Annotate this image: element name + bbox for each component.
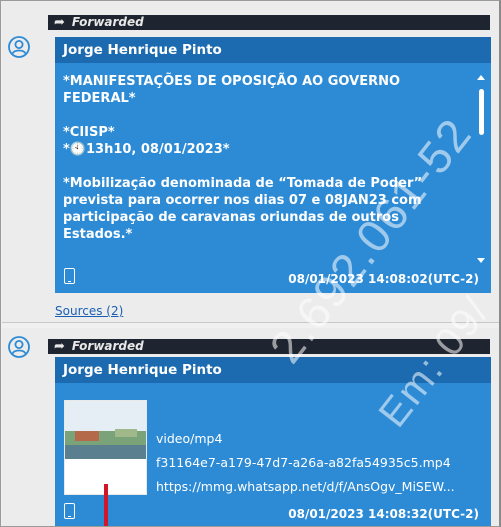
- video-preview-image: [65, 401, 146, 494]
- video-thumbnail[interactable]: [64, 400, 147, 495]
- forward-arrow-icon: ➦: [54, 339, 65, 354]
- phone-icon: [64, 503, 75, 519]
- attachment-mime: video/mp4: [156, 431, 223, 446]
- forwarded-label: Forwarded: [71, 339, 144, 353]
- forwarded-banner: ➦ Forwarded: [48, 15, 490, 30]
- user-avatar-icon: [8, 36, 30, 58]
- message-timestamp: 08/01/2023 14:08:32(UTC-2): [288, 507, 479, 521]
- scroll-thumb[interactable]: [479, 89, 484, 135]
- sender-name: Jorge Henrique Pinto: [55, 37, 491, 63]
- sources-link[interactable]: Sources (2): [55, 304, 123, 318]
- scroll-up-icon[interactable]: [477, 75, 485, 80]
- red-marker: [104, 484, 108, 526]
- chat-panel: ➦ Forwarded Jorge Henrique Pinto *MANIFE…: [0, 0, 501, 527]
- forward-arrow-icon: ➦: [54, 15, 65, 30]
- attachment-filename: f31164e7-a179-47d7-a26a-a82fa54935c5.mp4: [156, 455, 451, 470]
- message-bubble[interactable]: *MANIFESTAÇÕES DE OPOSIÇÃO AO GOVERNO FE…: [55, 63, 491, 293]
- message-scrollbar[interactable]: [477, 73, 487, 263]
- forwarded-label: Forwarded: [71, 15, 144, 29]
- message-text: *MANIFESTAÇÕES DE OPOSIÇÃO AO GOVERNO FE…: [63, 74, 423, 242]
- forwarded-banner: ➦ Forwarded: [48, 339, 490, 354]
- user-avatar-icon: [8, 336, 30, 358]
- message-bubble[interactable]: video/mp4 f31164e7-a179-47d7-a26a-a82fa5…: [55, 383, 491, 526]
- scroll-down-icon[interactable]: [477, 258, 485, 263]
- phone-icon: [64, 268, 75, 284]
- message-row: ➦ Forwarded Jorge Henrique Pinto video/m…: [2, 328, 499, 526]
- message-row: ➦ Forwarded Jorge Henrique Pinto *MANIFE…: [2, 1, 499, 323]
- attachment-url[interactable]: https://mmg.whatsapp.net/d/f/AnsOgv_MiSE…: [156, 479, 455, 494]
- message-timestamp: 08/01/2023 14:08:02(UTC-2): [288, 272, 479, 286]
- sender-name: Jorge Henrique Pinto: [55, 357, 491, 383]
